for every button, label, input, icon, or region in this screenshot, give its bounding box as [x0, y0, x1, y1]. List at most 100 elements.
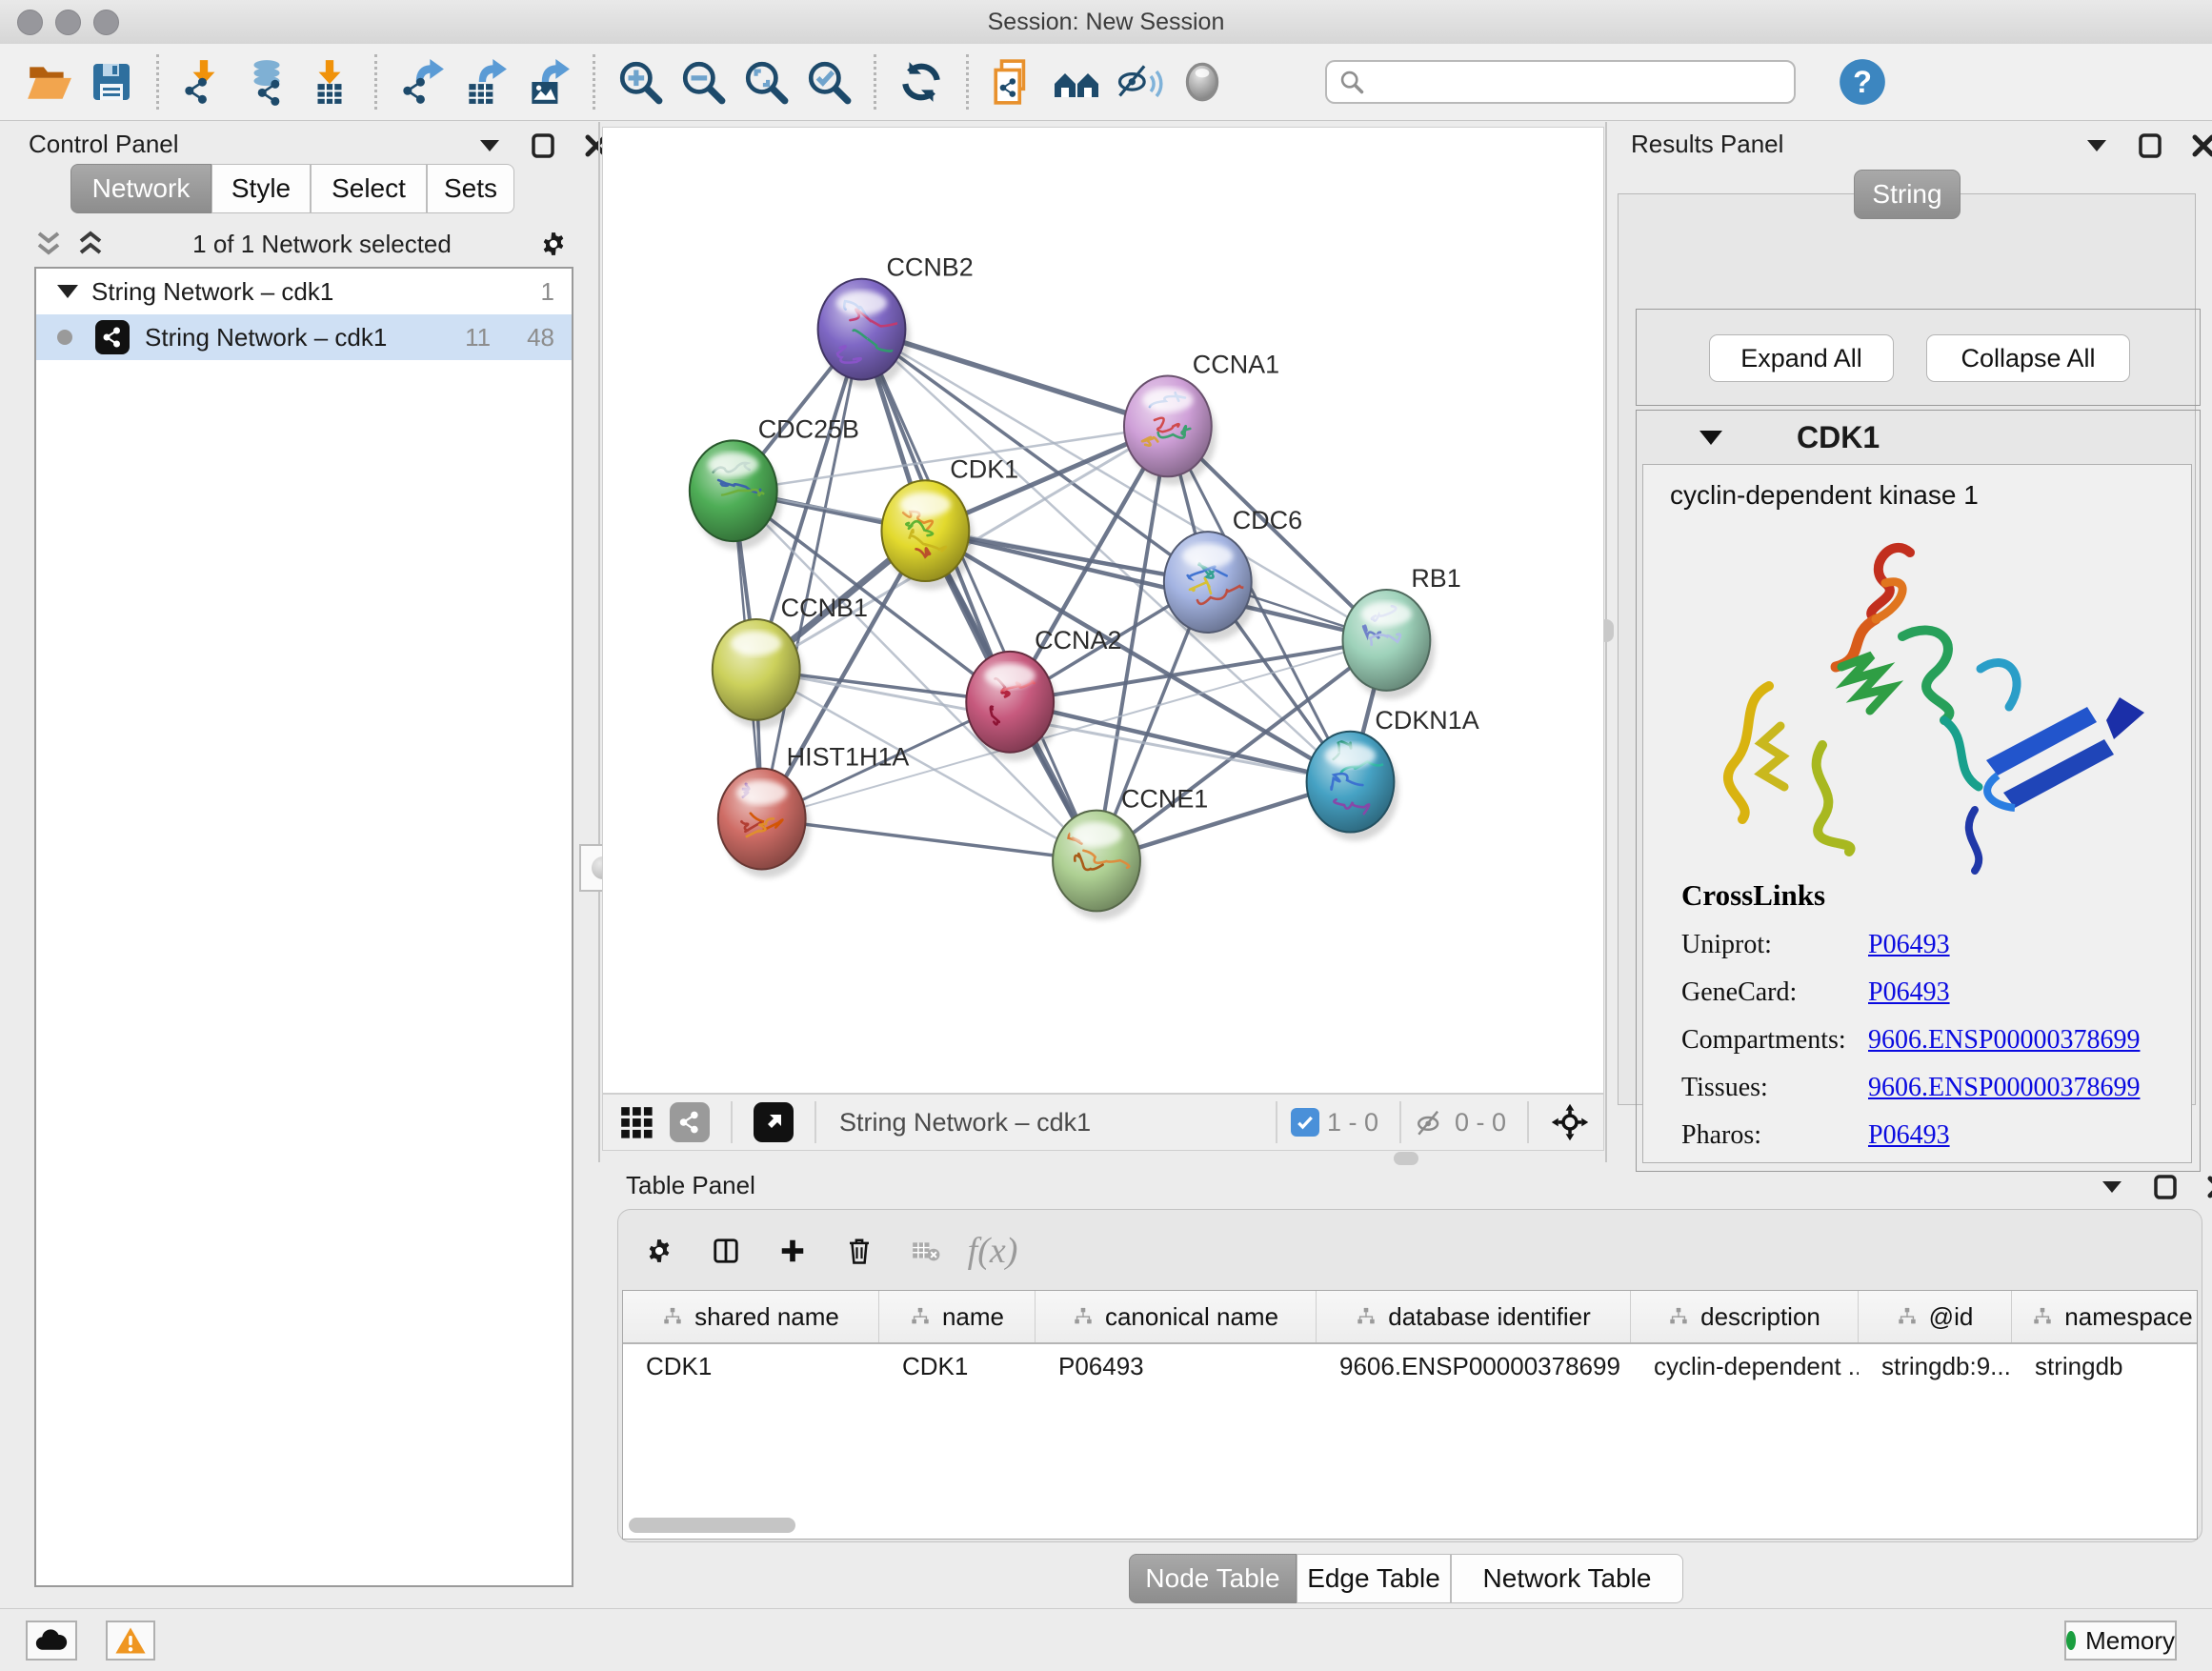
- node-CCNB2[interactable]: CCNB2: [818, 253, 974, 389]
- network-options-button[interactable]: [539, 230, 568, 258]
- node-CDC25B[interactable]: CDC25B: [690, 414, 859, 550]
- collapse-caret-icon[interactable]: [1699, 431, 1722, 445]
- table-panel-float-button[interactable]: [2151, 1173, 2180, 1201]
- show-grid-button[interactable]: [618, 1104, 654, 1140]
- control-panel-float-button[interactable]: [529, 131, 557, 160]
- edge-CCNA2-CDKN1A[interactable]: [1010, 702, 1350, 782]
- table-cell[interactable]: CDK1: [879, 1344, 1036, 1388]
- fit-selected-crosshair-button[interactable]: [1550, 1102, 1590, 1142]
- table-panel-menu-button[interactable]: [2098, 1173, 2126, 1201]
- show-columns-button[interactable]: [712, 1237, 740, 1265]
- results-panel-float-button[interactable]: [2136, 131, 2164, 160]
- network-canvas[interactable]: CCNB2CCNA1CDC25BCDK1CDC6RB1CCNB1CCNA2CDK…: [602, 127, 1604, 1094]
- node-table[interactable]: shared namenamecanonical namedatabase id…: [622, 1290, 2198, 1540]
- column-header-database-identifier[interactable]: database identifier: [1317, 1291, 1631, 1342]
- delete-column-button[interactable]: [845, 1237, 874, 1265]
- column-header-namespace[interactable]: namespace: [2012, 1291, 2198, 1342]
- show-homes-button[interactable]: [1050, 55, 1103, 109]
- column-header-description[interactable]: description: [1631, 1291, 1859, 1342]
- network-collection-row[interactable]: String Network – cdk1 1: [36, 269, 572, 314]
- crosslink-link[interactable]: P06493: [1868, 977, 1950, 1008]
- left-panel-divider[interactable]: [598, 122, 600, 1162]
- protein-card-header[interactable]: CDK1: [1637, 411, 2200, 464]
- tab-edge-table[interactable]: Edge Table: [1297, 1554, 1451, 1603]
- right-panel-divider[interactable]: [1605, 122, 1607, 1162]
- collapse-all-button[interactable]: Collapse All: [1926, 334, 2130, 382]
- column-header--id[interactable]: @id: [1859, 1291, 2012, 1342]
- zoom-out-button[interactable]: [676, 55, 730, 109]
- tree-expand-caret-icon[interactable]: [57, 285, 78, 298]
- tab-node-table[interactable]: Node Table: [1129, 1554, 1297, 1603]
- node-RB1[interactable]: RB1: [1343, 564, 1461, 699]
- table-cell[interactable]: stringdb:9...: [1859, 1344, 2012, 1388]
- export-image-button[interactable]: [521, 55, 574, 109]
- zoom-selected-button[interactable]: [802, 55, 855, 109]
- table-row[interactable]: CDK1CDK1P064939606.ENSP00000378699cyclin…: [623, 1344, 2197, 1388]
- help-button[interactable]: ?: [1836, 55, 1889, 109]
- add-column-button[interactable]: [778, 1237, 807, 1265]
- results-panel-menu-button[interactable]: [2082, 131, 2111, 160]
- hide-unhide-button[interactable]: [1113, 55, 1166, 109]
- edge-CDK1-RB1[interactable]: [925, 531, 1386, 640]
- birds-eye-view-button[interactable]: [754, 1102, 794, 1142]
- network-view-share-button[interactable]: [670, 1102, 710, 1142]
- table-cell[interactable]: cyclin-dependent ...: [1631, 1344, 1859, 1388]
- zoom-fit-button[interactable]: [739, 55, 793, 109]
- crosslink-link[interactable]: P06493: [1868, 930, 1950, 960]
- expand-all-networks-button[interactable]: [76, 230, 105, 258]
- table-horizontal-scrollbar[interactable]: [629, 1518, 795, 1533]
- node-CDC6[interactable]: CDC6: [1164, 506, 1302, 641]
- import-network-from-database-button[interactable]: [240, 55, 293, 109]
- function-builder-button[interactable]: f(x): [978, 1237, 1007, 1265]
- clear-table-button[interactable]: [912, 1237, 940, 1265]
- search-input[interactable]: [1325, 60, 1796, 104]
- crosslink-link[interactable]: 9606.ENSP00000378699: [1868, 1073, 2140, 1103]
- table-options-button[interactable]: [645, 1237, 674, 1265]
- collapse-all-networks-button[interactable]: [34, 230, 63, 258]
- open-session-button[interactable]: [22, 55, 75, 109]
- selected-items-checkbox[interactable]: [1291, 1108, 1319, 1137]
- export-table-button[interactable]: [458, 55, 512, 109]
- results-panel-close-button[interactable]: [2189, 131, 2212, 160]
- column-header-name[interactable]: name: [879, 1291, 1036, 1342]
- warnings-button[interactable]: [106, 1621, 155, 1661]
- zoom-in-button[interactable]: [613, 55, 667, 109]
- memory-button[interactable]: Memory: [2064, 1621, 2177, 1661]
- node-CCNB1[interactable]: CCNB1: [713, 594, 868, 729]
- table-cell[interactable]: P06493: [1036, 1344, 1317, 1388]
- cloud-status-button[interactable]: [26, 1621, 77, 1661]
- status-bar: Memory: [0, 1608, 2212, 1671]
- control-panel-menu-button[interactable]: [475, 131, 504, 160]
- tab-style[interactable]: Style: [211, 164, 311, 213]
- node-CDK1[interactable]: CDK1: [881, 454, 1018, 590]
- apply-layout-button[interactable]: [895, 55, 948, 109]
- edge-HIST1H1A-CCNE1[interactable]: [762, 819, 1096, 861]
- crosslink-link[interactable]: 9606.ENSP00000378699: [1868, 1025, 2140, 1056]
- preview-eye-button[interactable]: [1176, 55, 1229, 109]
- tab-sets[interactable]: Sets: [427, 164, 514, 213]
- import-table-button[interactable]: [303, 55, 356, 109]
- table-cell[interactable]: CDK1: [623, 1344, 879, 1388]
- column-header-shared-name[interactable]: shared name: [623, 1291, 879, 1342]
- crosslink-row: Compartments:9606.ENSP00000378699: [1681, 1025, 2140, 1056]
- tab-select[interactable]: Select: [311, 164, 427, 213]
- save-session-button[interactable]: [85, 55, 138, 109]
- column-header-canonical-name[interactable]: canonical name: [1036, 1291, 1317, 1342]
- node-CCNE1[interactable]: CCNE1: [1053, 785, 1208, 920]
- copy-network-style-button[interactable]: [987, 55, 1040, 109]
- node-CDKN1A[interactable]: CDKN1A: [1307, 706, 1479, 841]
- expand-all-button[interactable]: Expand All: [1709, 334, 1894, 382]
- crosslink-link[interactable]: P06493: [1868, 1120, 1950, 1151]
- import-network-button[interactable]: [177, 55, 231, 109]
- table-cell[interactable]: 9606.ENSP00000378699: [1317, 1344, 1631, 1388]
- node-HIST1H1A[interactable]: HIST1H1A: [718, 743, 910, 878]
- network-graph[interactable]: CCNB2CCNA1CDC25BCDK1CDC6RB1CCNB1CCNA2CDK…: [603, 128, 1603, 1093]
- tab-network-table[interactable]: Network Table: [1451, 1554, 1683, 1603]
- table-cell[interactable]: stringdb: [2012, 1344, 2198, 1388]
- table-panel-close-button[interactable]: [2204, 1173, 2212, 1201]
- tab-string[interactable]: String: [1854, 170, 1961, 219]
- tab-network[interactable]: Network: [70, 164, 211, 213]
- network-row[interactable]: String Network – cdk1 11 48: [36, 314, 572, 360]
- export-network-button[interactable]: [395, 55, 449, 109]
- node-CCNA1[interactable]: CCNA1: [1124, 350, 1279, 485]
